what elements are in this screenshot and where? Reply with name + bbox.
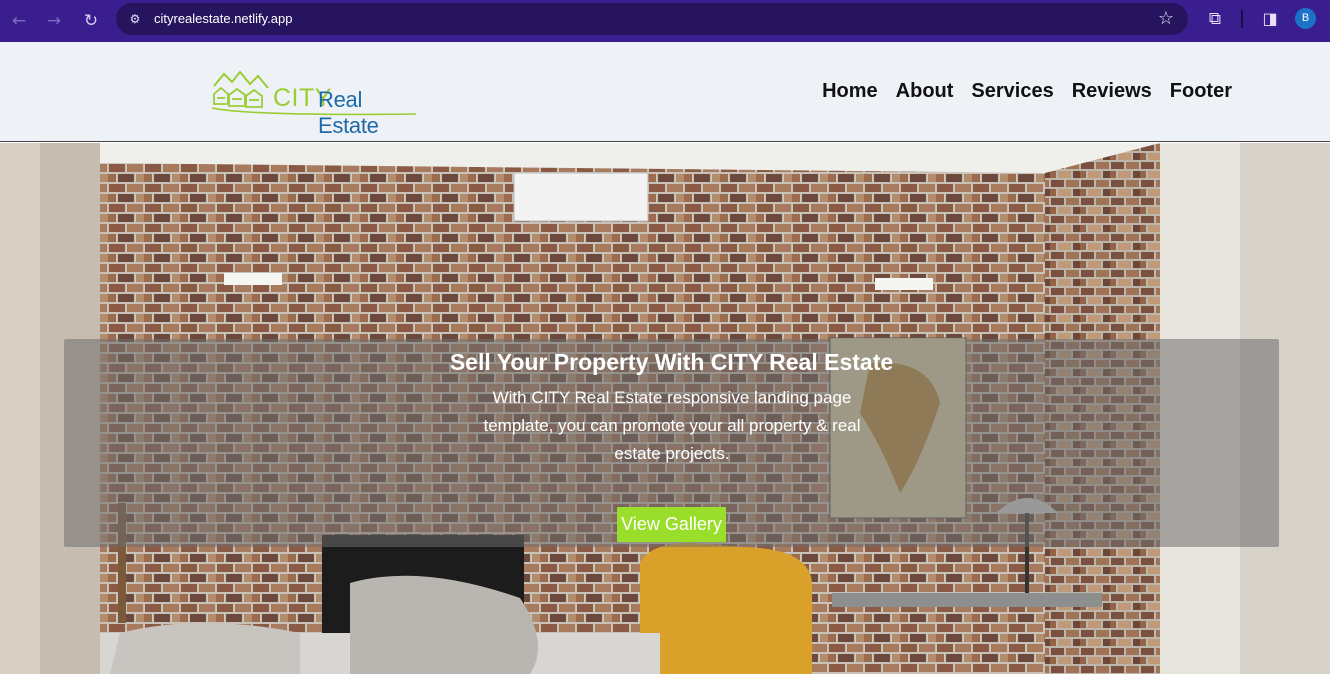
extensions-icon[interactable]: ⧉ (1204, 8, 1226, 30)
forward-icon[interactable]: → (41, 8, 67, 34)
site-logo[interactable]: CITY Real Estate (212, 68, 416, 138)
reload-icon[interactable]: ↻ (78, 8, 104, 34)
profile-avatar[interactable]: B (1295, 8, 1316, 29)
toolbar-divider (1241, 10, 1243, 28)
nav-about[interactable]: About (896, 80, 954, 103)
bookmark-star-icon[interactable]: ☆ (1158, 8, 1174, 29)
hero-description: With CITY Real Estate responsive landing… (483, 388, 861, 463)
hero-title: Sell Your Property With CITY Real Estate (449, 349, 894, 375)
nav-reviews[interactable]: Reviews (1072, 80, 1152, 103)
logo-real-estate-text: Real Estate (318, 87, 379, 138)
url-text[interactable]: cityrealestate.netlify.app (154, 11, 293, 26)
address-bar[interactable]: ⚙ cityrealestate.netlify.app ☆ (116, 3, 1188, 35)
side-panel-icon[interactable]: ◨ (1259, 8, 1281, 30)
site-settings-icon[interactable]: ⚙ (126, 10, 144, 28)
back-icon[interactable]: ← (6, 8, 32, 34)
nav-footer[interactable]: Footer (1170, 80, 1232, 103)
view-gallery-button[interactable]: View Gallery (617, 507, 726, 542)
nav-home[interactable]: Home (822, 80, 878, 103)
site-header: CITY Real Estate Home About Services Rev… (0, 42, 1330, 142)
browser-toolbar: ← → ↻ ⚙ cityrealestate.netlify.app ☆ ⧉ ◨… (0, 0, 1330, 42)
nav-services[interactable]: Services (971, 80, 1053, 103)
hero-section: Sell Your Property With CITY Real Estate… (0, 143, 1330, 674)
main-nav: Home About Services Reviews Footer (822, 80, 1232, 103)
